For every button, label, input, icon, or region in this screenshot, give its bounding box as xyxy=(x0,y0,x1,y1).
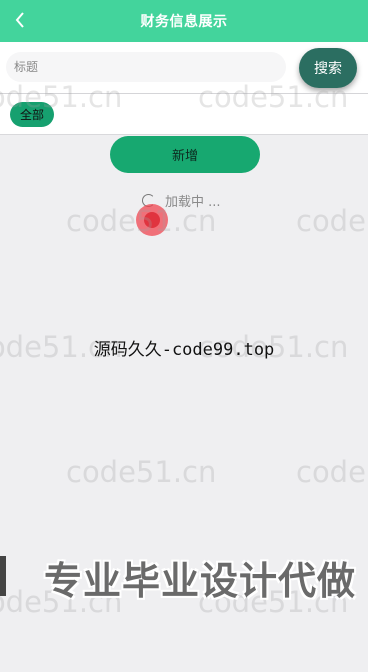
overlay-center-text: 源码久久-code99.top xyxy=(93,340,275,360)
watermark: code51.cn xyxy=(0,80,123,114)
add-button[interactable]: 新增 xyxy=(110,136,260,173)
watermark: code51.cn xyxy=(66,204,217,238)
page-title: 财务信息展示 xyxy=(140,14,228,30)
watermark: code51.cn xyxy=(296,455,368,489)
divider xyxy=(0,134,368,135)
banner-accent xyxy=(0,556,6,596)
search-input[interactable] xyxy=(6,52,286,82)
overlay-banner: 专业毕业设计代做 xyxy=(44,559,357,603)
watermark: code51.cn xyxy=(296,204,368,238)
app-header: 财务信息展示 xyxy=(0,0,368,42)
watermark: code51.cn xyxy=(66,455,217,489)
watermark: code51.cn xyxy=(198,80,349,114)
